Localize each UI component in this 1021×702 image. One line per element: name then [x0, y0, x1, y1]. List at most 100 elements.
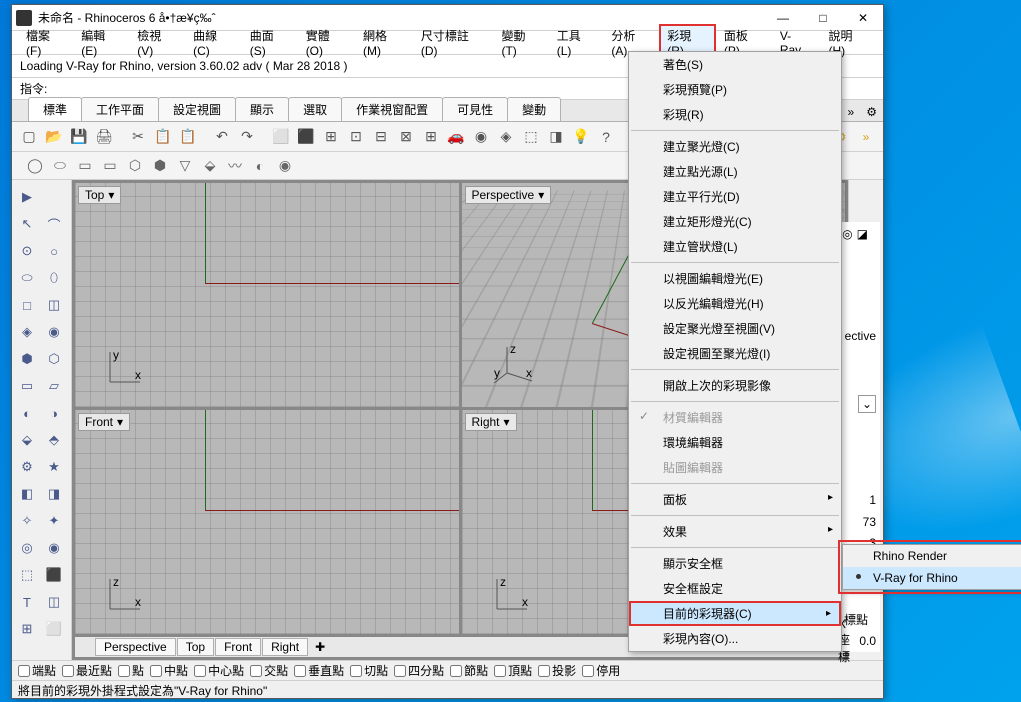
left-tool-5[interactable]: ○: [41, 238, 67, 264]
toolbar-btn-3[interactable]: 🖨: [93, 126, 115, 148]
menu-item-顯示安全框[interactable]: 顯示安全框: [629, 551, 841, 576]
tool2-btn-3[interactable]: ▭: [99, 155, 121, 177]
osnap-節點[interactable]: 節點: [450, 662, 488, 679]
menu-item-建立聚光燈[interactable]: 建立聚光燈(C): [629, 134, 841, 159]
toolbar-btn-24[interactable]: 💡: [570, 126, 592, 148]
toolbar-btn-12[interactable]: ⬜: [270, 126, 292, 148]
toolbar-btn-9[interactable]: ↶: [211, 126, 233, 148]
left-tool-9[interactable]: ◫: [41, 292, 67, 318]
menu-曲線[interactable]: 曲線(C): [185, 24, 242, 61]
menu-工具[interactable]: 工具(L): [549, 24, 604, 61]
osnap-checkbox[interactable]: [250, 665, 262, 677]
left-tool-4[interactable]: ⊙: [14, 238, 40, 264]
toolbar-btn-16[interactable]: ⊟: [370, 126, 392, 148]
menu-item-建立平行光[interactable]: 建立平行光(D): [629, 184, 841, 209]
toolbar-gear-icon[interactable]: »: [855, 126, 877, 148]
menu-item-建立管狀燈[interactable]: 建立管狀燈(L): [629, 234, 841, 259]
toolbar-btn-0[interactable]: ▢: [18, 126, 40, 148]
tool2-btn-8[interactable]: 〰: [224, 155, 246, 177]
tool2-btn-10[interactable]: ◉: [274, 155, 296, 177]
menu-item-目前的彩現器[interactable]: 目前的彩現器(C): [629, 601, 841, 626]
left-tool-31[interactable]: ◫: [41, 589, 67, 615]
tool2-btn-1[interactable]: ⬭: [49, 155, 71, 177]
left-tool-15[interactable]: ▱: [41, 373, 67, 399]
left-tool-21[interactable]: ★: [41, 454, 67, 480]
submenu-item-rhino-render[interactable]: Rhino Render: [843, 545, 1021, 567]
toolbar-btn-7[interactable]: 📋: [177, 126, 199, 148]
left-tool-7[interactable]: ⬯: [41, 265, 67, 291]
viewport-label-top[interactable]: Top▾: [78, 186, 121, 204]
menu-item-以反光編輯燈光[interactable]: 以反光編輯燈光(H): [629, 291, 841, 316]
left-tool-13[interactable]: ⬡: [41, 346, 67, 372]
menu-item-建立點光源[interactable]: 建立點光源(L): [629, 159, 841, 184]
osnap-頂點[interactable]: 頂點: [494, 662, 532, 679]
left-tool-25[interactable]: ✦: [41, 508, 67, 534]
left-tool-8[interactable]: □: [14, 292, 40, 318]
toolbar-btn-22[interactable]: ⬚: [520, 126, 542, 148]
osnap-checkbox[interactable]: [150, 665, 162, 677]
tool2-btn-6[interactable]: ▽: [174, 155, 196, 177]
panel-icon[interactable]: ◎: [842, 227, 852, 241]
tab-gear-icon[interactable]: ⚙: [860, 103, 883, 121]
viewport-label-perspective[interactable]: Perspective▾: [465, 186, 552, 204]
tool2-btn-9[interactable]: ◐: [249, 155, 271, 177]
toolbar-btn-17[interactable]: ⊠: [395, 126, 417, 148]
menu-檢視[interactable]: 檢視(V): [129, 24, 185, 61]
osnap-投影[interactable]: 投影: [538, 662, 576, 679]
left-tool-2[interactable]: ↖: [14, 211, 40, 237]
osnap-最近點[interactable]: 最近點: [62, 662, 112, 679]
tab-設定視圖[interactable]: 設定視圖: [158, 97, 236, 121]
left-tool-6[interactable]: ⬭: [14, 265, 40, 291]
menu-item-設定聚光燈至視圖[interactable]: 設定聚光燈至視圖(V): [629, 316, 841, 341]
tab-選取[interactable]: 選取: [288, 97, 342, 121]
osnap-端點[interactable]: 端點: [18, 662, 56, 679]
toolbar-btn-23[interactable]: ◨: [545, 126, 567, 148]
viewport-top[interactable]: Top▾ xy: [75, 183, 459, 407]
menu-item-設定視圖至聚光燈[interactable]: 設定視圖至聚光燈(I): [629, 341, 841, 366]
left-tool-20[interactable]: ⚙: [14, 454, 40, 480]
osnap-checkbox[interactable]: [582, 665, 594, 677]
left-tool-16[interactable]: ◐: [14, 400, 40, 426]
osnap-checkbox[interactable]: [294, 665, 306, 677]
vp-tab-perspective[interactable]: Perspective: [95, 638, 176, 656]
menu-item-面板[interactable]: 面板: [629, 487, 841, 512]
tab-標準[interactable]: 標準: [28, 97, 82, 121]
left-tool-17[interactable]: ◑: [41, 400, 67, 426]
vp-tab-add-icon[interactable]: ✚: [309, 640, 331, 654]
tool2-btn-5[interactable]: ⬢: [149, 155, 171, 177]
left-tool-30[interactable]: T: [14, 589, 40, 615]
left-tool-29[interactable]: ⬛: [41, 562, 67, 588]
left-tool-19[interactable]: ⬘: [41, 427, 67, 453]
osnap-checkbox[interactable]: [194, 665, 206, 677]
toolbar-btn-15[interactable]: ⊡: [345, 126, 367, 148]
menu-item-環境編輯器[interactable]: 環境編輯器: [629, 430, 841, 455]
toolbar-btn-6[interactable]: 📋: [152, 126, 174, 148]
menu-item-著色[interactable]: 著色(S): [629, 52, 841, 77]
osnap-停用[interactable]: 停用: [582, 662, 620, 679]
tab-可見性[interactable]: 可見性: [442, 97, 508, 121]
menu-item-安全框設定[interactable]: 安全框設定: [629, 576, 841, 601]
osnap-四分點[interactable]: 四分點: [394, 662, 444, 679]
left-tool-3[interactable]: ⌒: [41, 211, 67, 237]
menu-尺寸標註[interactable]: 尺寸標註(D): [413, 24, 494, 61]
osnap-checkbox[interactable]: [494, 665, 506, 677]
menu-item-建立矩形燈光[interactable]: 建立矩形燈光(C): [629, 209, 841, 234]
toolbar-btn-25[interactable]: ?: [595, 126, 617, 148]
menu-item-以視圖編輯燈光[interactable]: 以視圖編輯燈光(E): [629, 266, 841, 291]
osnap-checkbox[interactable]: [394, 665, 406, 677]
osnap-checkbox[interactable]: [62, 665, 74, 677]
osnap-中點[interactable]: 中點: [150, 662, 188, 679]
tool2-btn-0[interactable]: ◯: [24, 155, 46, 177]
left-tool-18[interactable]: ⬙: [14, 427, 40, 453]
tab-工作平面[interactable]: 工作平面: [81, 97, 159, 121]
left-tool-22[interactable]: ◧: [14, 481, 40, 507]
menu-item-彩現內容[interactable]: 彩現內容(O)...: [629, 626, 841, 651]
menu-網格[interactable]: 網格(M): [355, 24, 413, 61]
menu-檔案[interactable]: 檔案(F): [18, 24, 73, 61]
toolbar-btn-20[interactable]: ◉: [470, 126, 492, 148]
submenu-item-v-ray-for-rhino[interactable]: V-Ray for Rhino: [843, 567, 1021, 589]
left-tool-10[interactable]: ◈: [14, 319, 40, 345]
toolbar-btn-10[interactable]: ↷: [236, 126, 258, 148]
toolbar-btn-1[interactable]: 📂: [43, 126, 65, 148]
left-tool-1[interactable]: [41, 184, 67, 210]
